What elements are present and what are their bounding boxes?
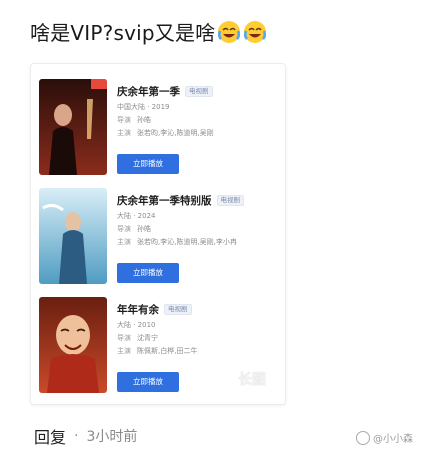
cast-row: 主演 张若昀,李沁,陈道明,吴刚,李小冉	[117, 237, 277, 247]
vip-corner-badge	[91, 79, 107, 89]
cast-value: 张若昀,李沁,陈道明,吴刚	[137, 129, 214, 137]
source-watermark-text: @小小森	[373, 434, 413, 445]
poster-2-art	[39, 188, 107, 284]
region-year: 大陆 · 2010	[117, 321, 156, 329]
type-tag: 电视剧	[185, 85, 213, 97]
poster-1-art	[39, 79, 107, 175]
region-year: 大陆 · 2024	[117, 212, 156, 220]
crying-laugh-emoji-icon	[244, 20, 267, 43]
type-tag: 电视剧	[164, 303, 192, 315]
director-row: 导演 沈青宁	[117, 333, 277, 343]
title[interactable]: 年年有余	[117, 302, 159, 317]
comment-text: 啥是VIP?svip又是啥	[30, 17, 267, 46]
cast-label: 主演	[117, 238, 131, 246]
timestamp: 3小时前	[86, 429, 138, 445]
source-watermark: @小小森	[356, 430, 413, 445]
type-tag: 电视剧	[216, 194, 244, 206]
cast-value: 张若昀,李沁,陈道明,吴刚,李小冉	[137, 238, 237, 246]
director-label: 导演	[117, 116, 131, 124]
director-label: 导演	[117, 225, 131, 233]
director-value: 孙皓	[137, 116, 151, 124]
title[interactable]: 庆余年第一季	[117, 84, 180, 99]
title[interactable]: 庆余年第一季特别版	[117, 193, 212, 208]
long-image-watermark: 长图	[238, 372, 266, 388]
director-label: 导演	[117, 334, 131, 342]
cast-row: 主演 张若昀,李沁,陈道明,吴刚	[117, 128, 277, 138]
poster-image[interactable]	[39, 188, 107, 284]
cast-label: 主演	[117, 347, 131, 355]
director-value: 沈青宁	[137, 334, 158, 342]
director-row: 导演 孙皓	[117, 115, 277, 125]
reply-button[interactable]: 回复	[34, 424, 66, 448]
comment-text-body: 啥是VIP?svip又是啥	[30, 21, 216, 45]
poster-3-art	[39, 297, 107, 393]
director-row: 导演 孙皓	[117, 224, 277, 234]
region-year: 中国大陆 · 2019	[117, 103, 170, 111]
list-item[interactable]: 庆余年第一季 电视剧 中国大陆 · 2019 导演 孙皓 主演 张若昀,李沁,陈道明…	[39, 79, 279, 179]
director-value: 孙皓	[137, 225, 151, 233]
search-result-card: 庆余年第一季 电视剧 中国大陆 · 2019 导演 孙皓 主演 张若昀,李沁,陈道明…	[30, 63, 286, 405]
cast-row: 主演 陈佩斯,白桦,田二牛	[117, 346, 277, 356]
list-item[interactable]: 庆余年第一季特别版 电视剧 大陆 · 2024 导演 孙皓 主演 张若昀,李沁,陈道…	[39, 188, 279, 288]
reply-bar: 回复 · 3小时前	[34, 424, 137, 448]
source-logo-icon	[356, 430, 370, 445]
poster-image[interactable]	[39, 297, 107, 393]
play-now-button[interactable]: 立即播放	[117, 263, 179, 283]
crying-laugh-emoji-icon	[218, 20, 241, 43]
play-now-button[interactable]: 立即播放	[117, 372, 179, 392]
poster-image[interactable]	[39, 79, 107, 175]
separator-dot: ·	[74, 428, 79, 444]
cast-value: 陈佩斯,白桦,田二牛	[137, 347, 198, 355]
play-now-button[interactable]: 立即播放	[117, 154, 179, 174]
cast-label: 主演	[117, 129, 131, 137]
